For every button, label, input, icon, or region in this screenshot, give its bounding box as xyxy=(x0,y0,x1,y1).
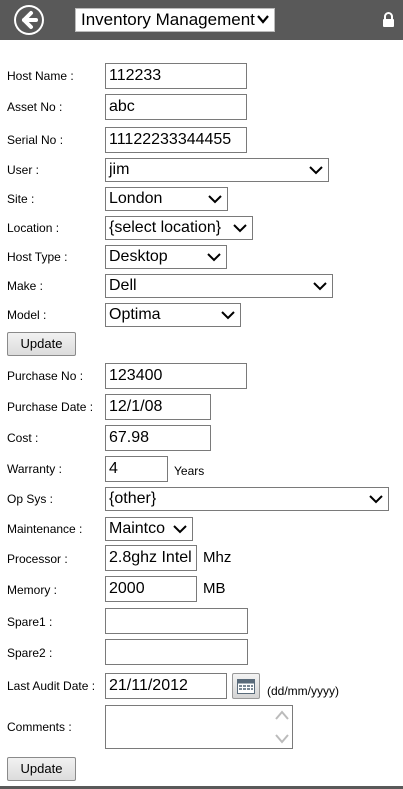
chevron-down-icon xyxy=(369,495,383,504)
spare1-input[interactable] xyxy=(105,608,248,634)
calendar-icon xyxy=(237,679,255,694)
top-bar: Inventory Management xyxy=(0,0,403,40)
last-audit-date-input[interactable]: 21/11/2012 xyxy=(105,673,227,699)
calendar-button[interactable] xyxy=(232,673,260,699)
last-audit-date-label: Last Audit Date : xyxy=(7,679,96,693)
module-select[interactable]: Inventory Management xyxy=(75,8,275,32)
spare1-label: Spare1 : xyxy=(7,615,53,629)
back-arrow-icon xyxy=(16,7,42,33)
purchase-no-label: Purchase No : xyxy=(7,369,84,383)
asset-no-label: Asset No : xyxy=(7,100,63,114)
location-select[interactable]: {select location} xyxy=(105,216,253,240)
model-select-value: Optima xyxy=(109,306,161,323)
user-select-value: jim xyxy=(109,161,130,178)
op-sys-select[interactable]: {other} xyxy=(105,487,389,511)
make-label: Make : xyxy=(7,279,44,293)
purchase-no-input[interactable]: 123400 xyxy=(105,363,247,389)
asset-no-input[interactable]: abc xyxy=(105,94,247,120)
site-select-value: London xyxy=(109,190,163,207)
chevron-down-icon xyxy=(313,282,327,291)
purchase-date-input[interactable]: 12/1/08 xyxy=(105,394,211,420)
host-type-select[interactable]: Desktop xyxy=(105,245,227,269)
make-select-value: Dell xyxy=(109,277,137,294)
chevron-down-icon xyxy=(309,166,323,175)
chevron-down-icon xyxy=(221,311,235,320)
site-label: Site : xyxy=(7,192,35,206)
user-select[interactable]: jim xyxy=(105,158,329,182)
scroll-up-icon[interactable] xyxy=(274,709,290,721)
purchase-update-button[interactable]: Update xyxy=(7,757,76,781)
chevron-down-icon xyxy=(257,15,269,24)
site-select[interactable]: London xyxy=(105,187,228,211)
purchase-date-label: Purchase Date : xyxy=(7,400,94,414)
op-sys-select-value: {other} xyxy=(109,490,157,507)
warranty-input[interactable]: 4 xyxy=(105,456,168,482)
host-type-select-value: Desktop xyxy=(109,248,168,265)
cost-input[interactable]: 67.98 xyxy=(105,425,211,451)
memory-input[interactable]: 2000 xyxy=(105,576,197,602)
serial-no-input[interactable]: 11122233344455 xyxy=(105,127,247,153)
host-type-label: Host Type : xyxy=(7,250,68,264)
memory-unit: MB xyxy=(203,580,226,597)
processor-label: Processor : xyxy=(7,552,68,566)
maintenance-label: Maintenance : xyxy=(7,522,83,536)
user-label: User : xyxy=(7,163,40,177)
processor-input[interactable]: 2.8ghz Intel xyxy=(105,545,197,571)
serial-no-label: Serial No : xyxy=(7,133,64,147)
location-label: Location : xyxy=(7,221,60,235)
scroll-down-icon[interactable] xyxy=(274,733,290,745)
warranty-label: Warranty : xyxy=(7,462,62,476)
maintenance-select-value: Maintco xyxy=(109,520,166,537)
processor-unit: Mhz xyxy=(203,549,232,566)
model-label: Model : xyxy=(7,308,47,322)
back-button[interactable] xyxy=(14,5,44,35)
spare2-input[interactable] xyxy=(105,639,248,665)
host-name-input[interactable]: 112233 xyxy=(105,63,247,89)
comments-label: Comments : xyxy=(7,720,72,734)
maintenance-select[interactable]: Maintco xyxy=(105,517,193,541)
model-select[interactable]: Optima xyxy=(105,303,241,327)
cost-label: Cost : xyxy=(7,431,39,445)
comments-textarea[interactable] xyxy=(105,705,293,749)
chevron-down-icon xyxy=(233,224,247,233)
spare2-label: Spare2 : xyxy=(7,646,53,660)
host-name-label: Host Name : xyxy=(7,69,74,83)
chevron-down-icon xyxy=(173,525,187,534)
module-select-value: Inventory Management xyxy=(81,10,255,29)
chevron-down-icon xyxy=(207,253,221,262)
date-format-hint: (dd/mm/yyyy) xyxy=(267,684,339,698)
chevron-down-icon xyxy=(208,195,222,204)
memory-label: Memory : xyxy=(7,583,58,597)
host-update-button[interactable]: Update xyxy=(7,332,76,356)
location-select-value: {select location} xyxy=(109,219,222,236)
warranty-unit: Years xyxy=(174,464,205,478)
lock-icon[interactable] xyxy=(382,12,395,27)
op-sys-label: Op Sys : xyxy=(7,492,54,506)
make-select[interactable]: Dell xyxy=(105,274,333,298)
